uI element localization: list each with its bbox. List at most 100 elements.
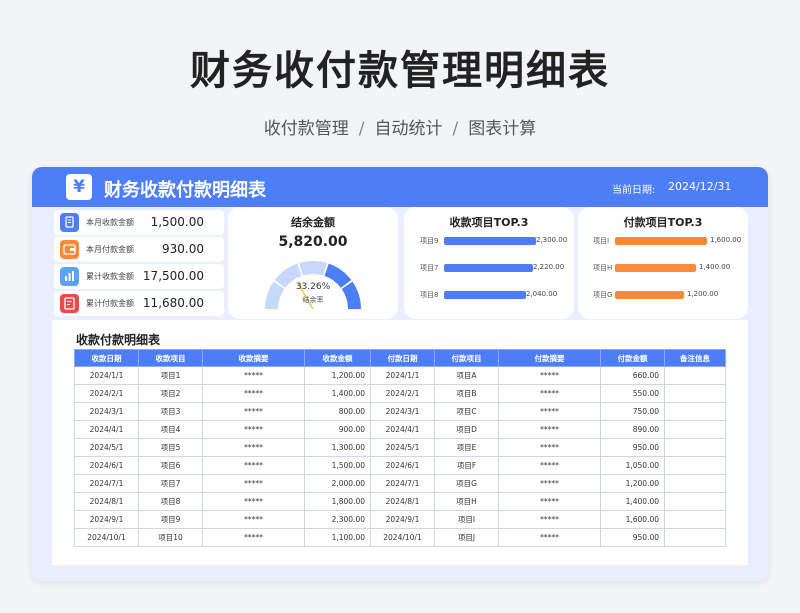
balance-value: 5,820.00 — [278, 234, 348, 250]
bar-label: 项目G — [593, 291, 613, 299]
kpi-label: 累计付款金额 — [86, 299, 134, 308]
bar-row: 项目I 1,600.00 — [578, 235, 748, 247]
table-cell: 项目2 — [138, 384, 203, 403]
table-cell: 项目9 — [138, 510, 203, 529]
table-cell: 750.00 — [600, 402, 665, 421]
table-cell: 项目F — [434, 456, 499, 475]
table-cell: 项目G — [434, 474, 499, 493]
kpi-monthly-income: 本月收款金额 1,500.00 — [54, 210, 224, 235]
bar-value: 1,600.00 — [710, 236, 742, 244]
table-cell: 2024/2/1 — [74, 384, 139, 403]
table-cell: ***** — [498, 402, 601, 421]
table-cell — [664, 528, 726, 547]
page-title: 财务收付款管理明细表 — [190, 48, 610, 94]
table-cell: 项目10 — [138, 528, 203, 547]
table-cell: ***** — [498, 528, 601, 547]
bar-row: 项目9 2,300.00 — [404, 235, 574, 247]
table-cell: 1,500.00 — [304, 456, 371, 475]
table-cell: 2024/9/1 — [74, 510, 139, 529]
income-top3-card: 收款项目TOP.3 项目9 2,300.00 项目7 2,220.00 项目8 2,040… — [404, 207, 574, 319]
table-cell: 1,050.00 — [600, 456, 665, 475]
kpi-value: 17,500.00 — [142, 269, 204, 283]
table-cell: 项目4 — [138, 420, 203, 439]
table-row: 2024/10/1 项目10 ***** 1,100.00 2024/10/1 项目J **… — [74, 528, 726, 547]
table-cell: ***** — [202, 420, 305, 439]
bar — [615, 264, 696, 272]
table-cell: 项目A — [434, 366, 499, 385]
table-row: 2024/4/1 项目4 ***** 900.00 2024/4/1 项目D ***** 89… — [74, 420, 726, 439]
table-cell: 2024/10/1 — [370, 528, 435, 547]
table-cell: 660.00 — [600, 366, 665, 385]
table-cell: 1,300.00 — [304, 438, 371, 457]
table-cell: 项目6 — [138, 456, 203, 475]
kpi-monthly-expense: 本月付款金额 930.00 — [54, 237, 224, 262]
table-cell: 2024/5/1 — [370, 438, 435, 457]
table-header-cell: 收款项目 — [138, 349, 203, 367]
wallet-icon — [60, 240, 79, 259]
bar — [444, 291, 526, 299]
kpi-label: 累计收款金额 — [86, 272, 134, 281]
table-cell: ***** — [202, 510, 305, 529]
table-cell: ***** — [202, 474, 305, 493]
table-header-cell: 备注信息 — [664, 349, 726, 367]
table-row: 2024/1/1 项目1 ***** 1,200.00 2024/1/1 项目A *****… — [74, 366, 726, 385]
table-cell: 550.00 — [600, 384, 665, 403]
gauge-segment — [299, 261, 327, 276]
bar-row: 项目7 2,220.00 — [404, 262, 574, 274]
table-cell: 1,100.00 — [304, 528, 371, 547]
table-header-cell: 付款项目 — [434, 349, 499, 367]
bar-label: 项目8 — [420, 291, 439, 299]
table-header-cell: 收款金额 — [304, 349, 371, 367]
kpi-label: 本月付款金额 — [86, 245, 134, 254]
bar — [444, 237, 536, 245]
table-cell: 2,300.00 — [304, 510, 371, 529]
bar-value: 1,200.00 — [687, 290, 719, 298]
table-cell: 2024/7/1 — [370, 474, 435, 493]
expense-top3-card: 付款项目TOP.3 项目I 1,600.00 项目H 1,400.00 项目G 1,200… — [578, 207, 748, 319]
balance-card: 结余金额 5,820.00 33.26% 结余率 — [228, 207, 398, 319]
dashboard-header: ¥ 财务收款付款明细表 当前日期: 2024/12/31 — [32, 167, 768, 207]
income-top3-title: 收款项目TOP.3 — [449, 216, 529, 229]
table-cell: 2024/3/1 — [74, 402, 139, 421]
table-cell — [664, 402, 726, 421]
table-cell: ***** — [498, 384, 601, 403]
table-cell: 800.00 — [304, 402, 371, 421]
subtitle-separator: / — [452, 119, 459, 139]
table-cell: ***** — [202, 528, 305, 547]
table-cell — [664, 492, 726, 511]
table-cell: 项目7 — [138, 474, 203, 493]
table-header-cell: 收款摘要 — [202, 349, 305, 367]
table-header-cell: 收款日期 — [74, 349, 139, 367]
table-cell: ***** — [498, 510, 601, 529]
bar-label: 项目I — [593, 237, 610, 245]
table-cell: 2024/8/1 — [74, 492, 139, 511]
table-cell: ***** — [498, 474, 601, 493]
table-header-cell: 付款摘要 — [498, 349, 601, 367]
bar-label: 项目7 — [420, 264, 439, 272]
expense-top3-title: 付款项目TOP.3 — [623, 216, 703, 229]
kpi-value: 11,680.00 — [142, 296, 204, 310]
table-cell: 2024/4/1 — [370, 420, 435, 439]
table-cell — [664, 456, 726, 475]
kpi-total-expense: 累计付款金额 11,680.00 — [54, 291, 224, 316]
table-header-cell: 付款日期 — [370, 349, 435, 367]
balance-rate: 33.26% — [295, 282, 331, 292]
current-date-label: 当前日期: — [612, 185, 656, 196]
table-cell: 950.00 — [600, 528, 665, 547]
table-cell: 项目H — [434, 492, 499, 511]
bar — [444, 264, 533, 272]
table-cell: 项目8 — [138, 492, 203, 511]
table-row: 2024/6/1 项目6 ***** 1,500.00 2024/6/1 项目F *****… — [74, 456, 726, 475]
balance-rate-label: 结余率 — [302, 296, 324, 304]
detail-table: 收款日期 收款项目 收款摘要 收款金额 付款日期 付款项目 付款摘要 付款金额 备注信息 202… — [74, 349, 726, 547]
table-cell — [664, 420, 726, 439]
table-cell: ***** — [498, 420, 601, 439]
table-row: 2024/5/1 项目5 ***** 1,300.00 2024/5/1 项目E *****… — [74, 438, 726, 457]
table-cell: 2,000.00 — [304, 474, 371, 493]
table-cell: 项目C — [434, 402, 499, 421]
table-header-cell: 付款金额 — [600, 349, 665, 367]
subtitle-separator: / — [358, 119, 365, 139]
table-row: 2024/3/1 项目3 ***** 800.00 2024/3/1 项目C ***** 75… — [74, 402, 726, 421]
table-cell: 2024/8/1 — [370, 492, 435, 511]
table-cell: 2024/1/1 — [370, 366, 435, 385]
